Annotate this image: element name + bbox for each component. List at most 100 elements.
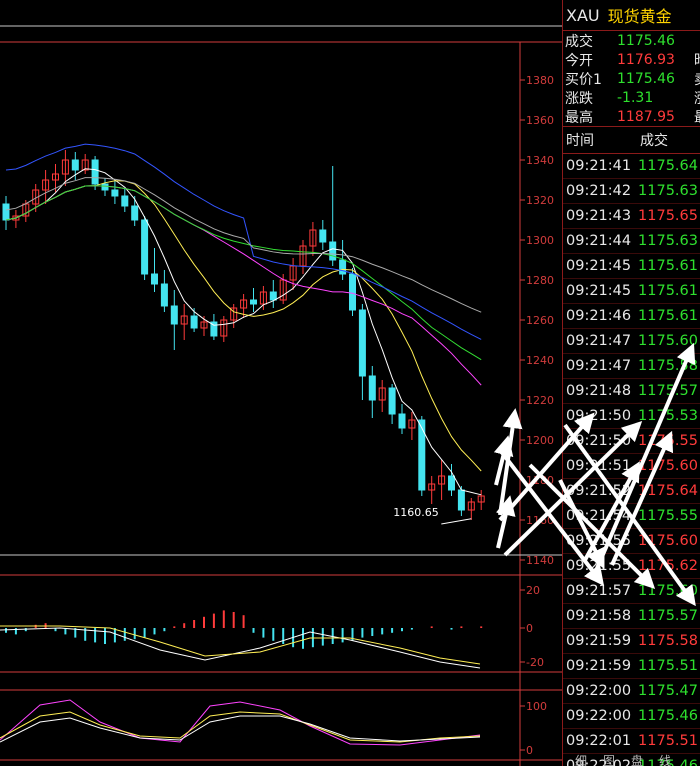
tick-time: 09:21:50: [566, 433, 632, 449]
candle-body: [131, 205, 139, 221]
quote-extra-label: 最: [694, 107, 700, 127]
tick-row[interactable]: 09:21:50 1175.53: [563, 404, 700, 429]
tick-price: 1175.64: [638, 483, 698, 499]
tick-row[interactable]: 09:22:00 1175.46: [563, 704, 700, 729]
price-tick-label: 1200: [526, 434, 554, 447]
tick-row[interactable]: 09:21:55 1175.62: [563, 554, 700, 579]
quote-label: 涨跌: [565, 90, 593, 107]
quote-value: -1.31: [617, 89, 654, 106]
candle-body: [269, 291, 277, 301]
tick-price: 1175.46: [638, 708, 698, 724]
tick-time: 09:21:51: [566, 458, 632, 474]
tick-row[interactable]: 09:21:44 1175.63: [563, 229, 700, 254]
low-marker-line: [441, 518, 472, 525]
tick-price: 1175.51: [638, 733, 698, 749]
tick-row[interactable]: 09:21:46 1175.61: [563, 304, 700, 329]
tick-price: 1175.60: [638, 333, 698, 349]
quote-label: 今开: [565, 52, 593, 69]
tick-time: 09:22:00: [566, 708, 632, 724]
tick-price: 1175.55: [638, 508, 698, 524]
quote-label: 最高: [565, 109, 593, 126]
tick-time: 09:21:47: [566, 358, 632, 374]
price-tick-label: 1340: [526, 154, 554, 167]
kdj-j-line: [0, 699, 481, 746]
tick-row[interactable]: 09:21:45 1175.61: [563, 254, 700, 279]
tick-time: 09:21:47: [566, 333, 632, 349]
quote-value: 1175.46: [617, 70, 675, 87]
ma-line: [5, 185, 482, 361]
candle-body: [339, 259, 347, 275]
bottom-tab[interactable]: 图: [603, 752, 615, 766]
tick-time: 09:21:45: [566, 258, 632, 274]
tick-row[interactable]: 09:21:55 1175.60: [563, 529, 700, 554]
bottom-tab[interactable]: 盘: [631, 752, 643, 766]
tick-row[interactable]: 09:22:01 1175.51: [563, 729, 700, 754]
tick-time: 09:21:42: [566, 183, 632, 199]
tick-time: 09:21:43: [566, 208, 632, 224]
tick-time: 09:21:44: [566, 233, 632, 249]
tick-row[interactable]: 09:21:45 1175.61: [563, 279, 700, 304]
price-tick-label: 1300: [526, 234, 554, 247]
candle-body: [457, 489, 465, 511]
tick-row[interactable]: 09:21:42 1175.63: [563, 179, 700, 204]
tick-price: 1175.60: [638, 583, 698, 599]
tick-time: 09:21:48: [566, 383, 632, 399]
tick-row[interactable]: 09:21:54 1175.55: [563, 504, 700, 529]
candle-body: [448, 475, 455, 491]
quote-value: 1187.95: [617, 108, 675, 125]
tick-row[interactable]: 09:21:47 1175.58: [563, 354, 700, 379]
candle-body: [250, 299, 257, 305]
tick-price: 1175.64: [638, 158, 698, 174]
tick-row[interactable]: 09:21:47 1175.60: [563, 329, 700, 354]
low-price-label: 1160.65: [393, 506, 439, 519]
candle-body: [349, 273, 356, 311]
price-tick-label: 1280: [526, 274, 554, 287]
candle-body: [319, 229, 327, 243]
tick-price: 1175.61: [638, 283, 698, 299]
tick-row[interactable]: 09:21:59 1175.51: [563, 654, 700, 679]
quote-row: 涨跌 -1.31 涨: [563, 88, 700, 107]
tick-time: 09:21:54: [566, 508, 632, 524]
bottom-tabs: 细图盘线: [563, 752, 671, 766]
tick-row[interactable]: 09:21:58 1175.57: [563, 604, 700, 629]
macd-tick-label: 0: [526, 622, 533, 635]
tick-row[interactable]: 09:21:59 1175.58: [563, 629, 700, 654]
tick-row[interactable]: 09:21:52 1175.64: [563, 479, 700, 504]
candle-body: [2, 203, 10, 221]
tick-price: 1175.58: [638, 358, 698, 374]
quote-row: 买价1 1175.46 卖: [563, 69, 700, 88]
tick-row[interactable]: 09:21:57 1175.60: [563, 579, 700, 604]
tick-row[interactable]: 09:21:41 1175.64: [563, 154, 700, 179]
tick-row[interactable]: 09:22:00 1175.47: [563, 679, 700, 704]
kdj-k-line: [0, 715, 481, 743]
tick-price: 1175.61: [638, 308, 698, 324]
price-tick-label: 1260: [526, 314, 554, 327]
quote-sidebar: XAU 现货黄金 成交 1175.46 今开 1176.93 昨买价1 1175.46 卖涨…: [562, 0, 700, 766]
tick-row[interactable]: 09:21:51 1175.60: [563, 454, 700, 479]
price-tick-label: 1140: [526, 554, 554, 567]
tick-price: 1175.58: [638, 633, 698, 649]
kdj-tick-label: 100: [526, 700, 547, 713]
tick-price: 1175.63: [638, 233, 698, 249]
candle-body: [111, 189, 119, 197]
kline-chart[interactable]: 1140 1160 1180 1200 1220 1240 1260 1280 1300 1320…: [0, 0, 562, 766]
quote-extra-label: 涨: [694, 88, 700, 108]
price-tick-label: 1180: [526, 474, 554, 487]
tick-row[interactable]: 09:21:48 1175.57: [563, 379, 700, 404]
tick-price: 1175.55: [638, 433, 698, 449]
ticks-header: 时间 成交: [563, 127, 700, 154]
tick-list[interactable]: 09:21:41 1175.64 09:21:42 1175.63 09:21:43 11…: [563, 154, 700, 766]
quote-extra-label: 昨: [694, 50, 700, 70]
tick-price: 1175.63: [638, 183, 698, 199]
tick-row[interactable]: 09:21:43 1175.65: [563, 204, 700, 229]
quote-extra-label: 卖: [694, 69, 700, 89]
bottom-tab[interactable]: 细: [575, 752, 587, 766]
ticks-header-time: 时间: [566, 133, 594, 149]
tick-time: 09:21:57: [566, 583, 632, 599]
tick-row[interactable]: 09:21:50 1175.55: [563, 429, 700, 454]
tick-price: 1175.60: [638, 458, 698, 474]
tick-time: 09:21:45: [566, 283, 632, 299]
tick-price: 1175.65: [638, 208, 698, 224]
bottom-tab[interactable]: 线: [659, 752, 671, 766]
kline-chart-panel[interactable]: 1140 1160 1180 1200 1220 1240 1260 1280 1300 1320…: [0, 0, 562, 766]
